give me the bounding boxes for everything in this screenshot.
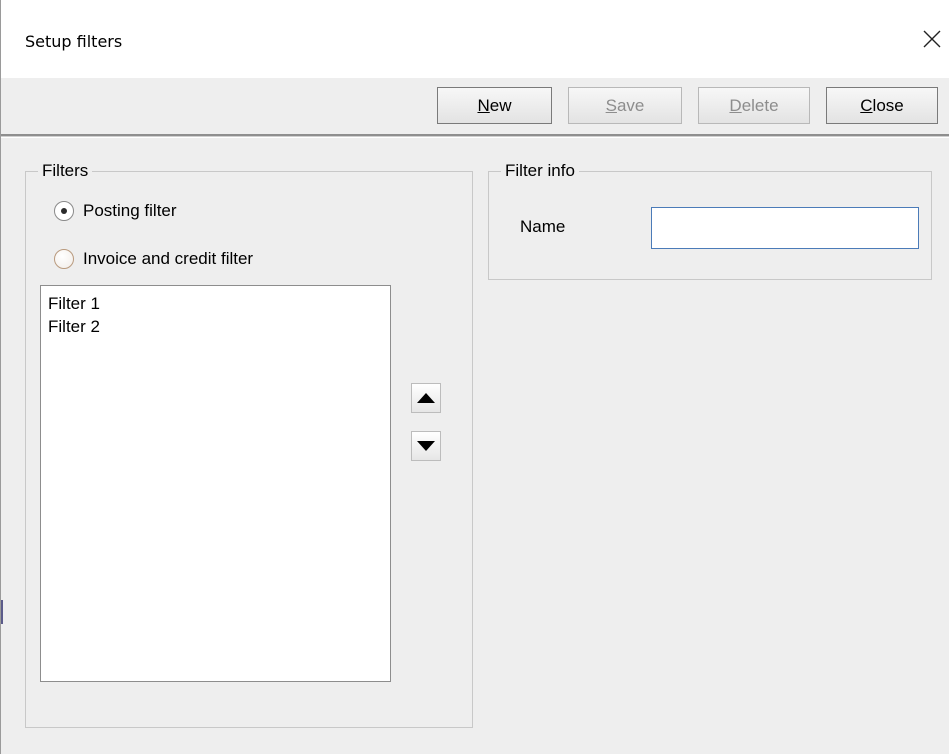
delete-mnemonic: D <box>729 95 742 115</box>
save-label-rest: ave <box>616 95 645 115</box>
arrow-down-icon <box>417 441 435 451</box>
close-mnemonic: C <box>860 95 873 115</box>
invoice-credit-filter-option[interactable]: Invoice and credit filter <box>54 249 253 269</box>
close-button[interactable]: Close <box>826 87 938 124</box>
posting-filter-option[interactable]: Posting filter <box>54 201 177 221</box>
title-bar: Setup filters <box>1 0 949 78</box>
save-mnemonic: S <box>605 95 617 115</box>
delete-label-rest: elete <box>741 95 779 115</box>
new-mnemonic: N <box>477 95 490 115</box>
arrow-up-icon <box>417 393 435 403</box>
filter-info-group-title: Filter info <box>501 161 579 181</box>
invoice-credit-filter-label: Invoice and credit filter <box>83 249 254 268</box>
filters-list[interactable]: Filter 1 Filter 2 <box>40 285 391 682</box>
posting-filter-radio[interactable] <box>54 201 74 221</box>
new-button[interactable]: New <box>437 87 552 124</box>
save-button[interactable]: Save <box>568 87 682 124</box>
name-field[interactable] <box>651 207 919 249</box>
name-label: Name <box>520 217 566 236</box>
window-title: Setup filters <box>25 32 123 51</box>
close-label-rest: lose <box>872 95 904 115</box>
invoice-credit-filter-radio[interactable] <box>54 249 74 269</box>
list-item[interactable]: Filter 1 <box>48 292 383 315</box>
posting-filter-label: Posting filter <box>83 201 177 220</box>
move-up-button[interactable] <box>411 383 441 413</box>
close-icon[interactable] <box>918 25 946 53</box>
toolbar-separator <box>1 134 949 138</box>
delete-button[interactable]: Delete <box>698 87 810 124</box>
move-down-button[interactable] <box>411 431 441 461</box>
list-item[interactable]: Filter 2 <box>48 315 383 338</box>
filters-group-title: Filters <box>38 161 93 181</box>
setup-filters-window: Setup filters New Save Delete Close Filt… <box>0 0 949 754</box>
new-label-rest: ew <box>489 95 512 115</box>
window-edge-marker <box>1 600 3 624</box>
